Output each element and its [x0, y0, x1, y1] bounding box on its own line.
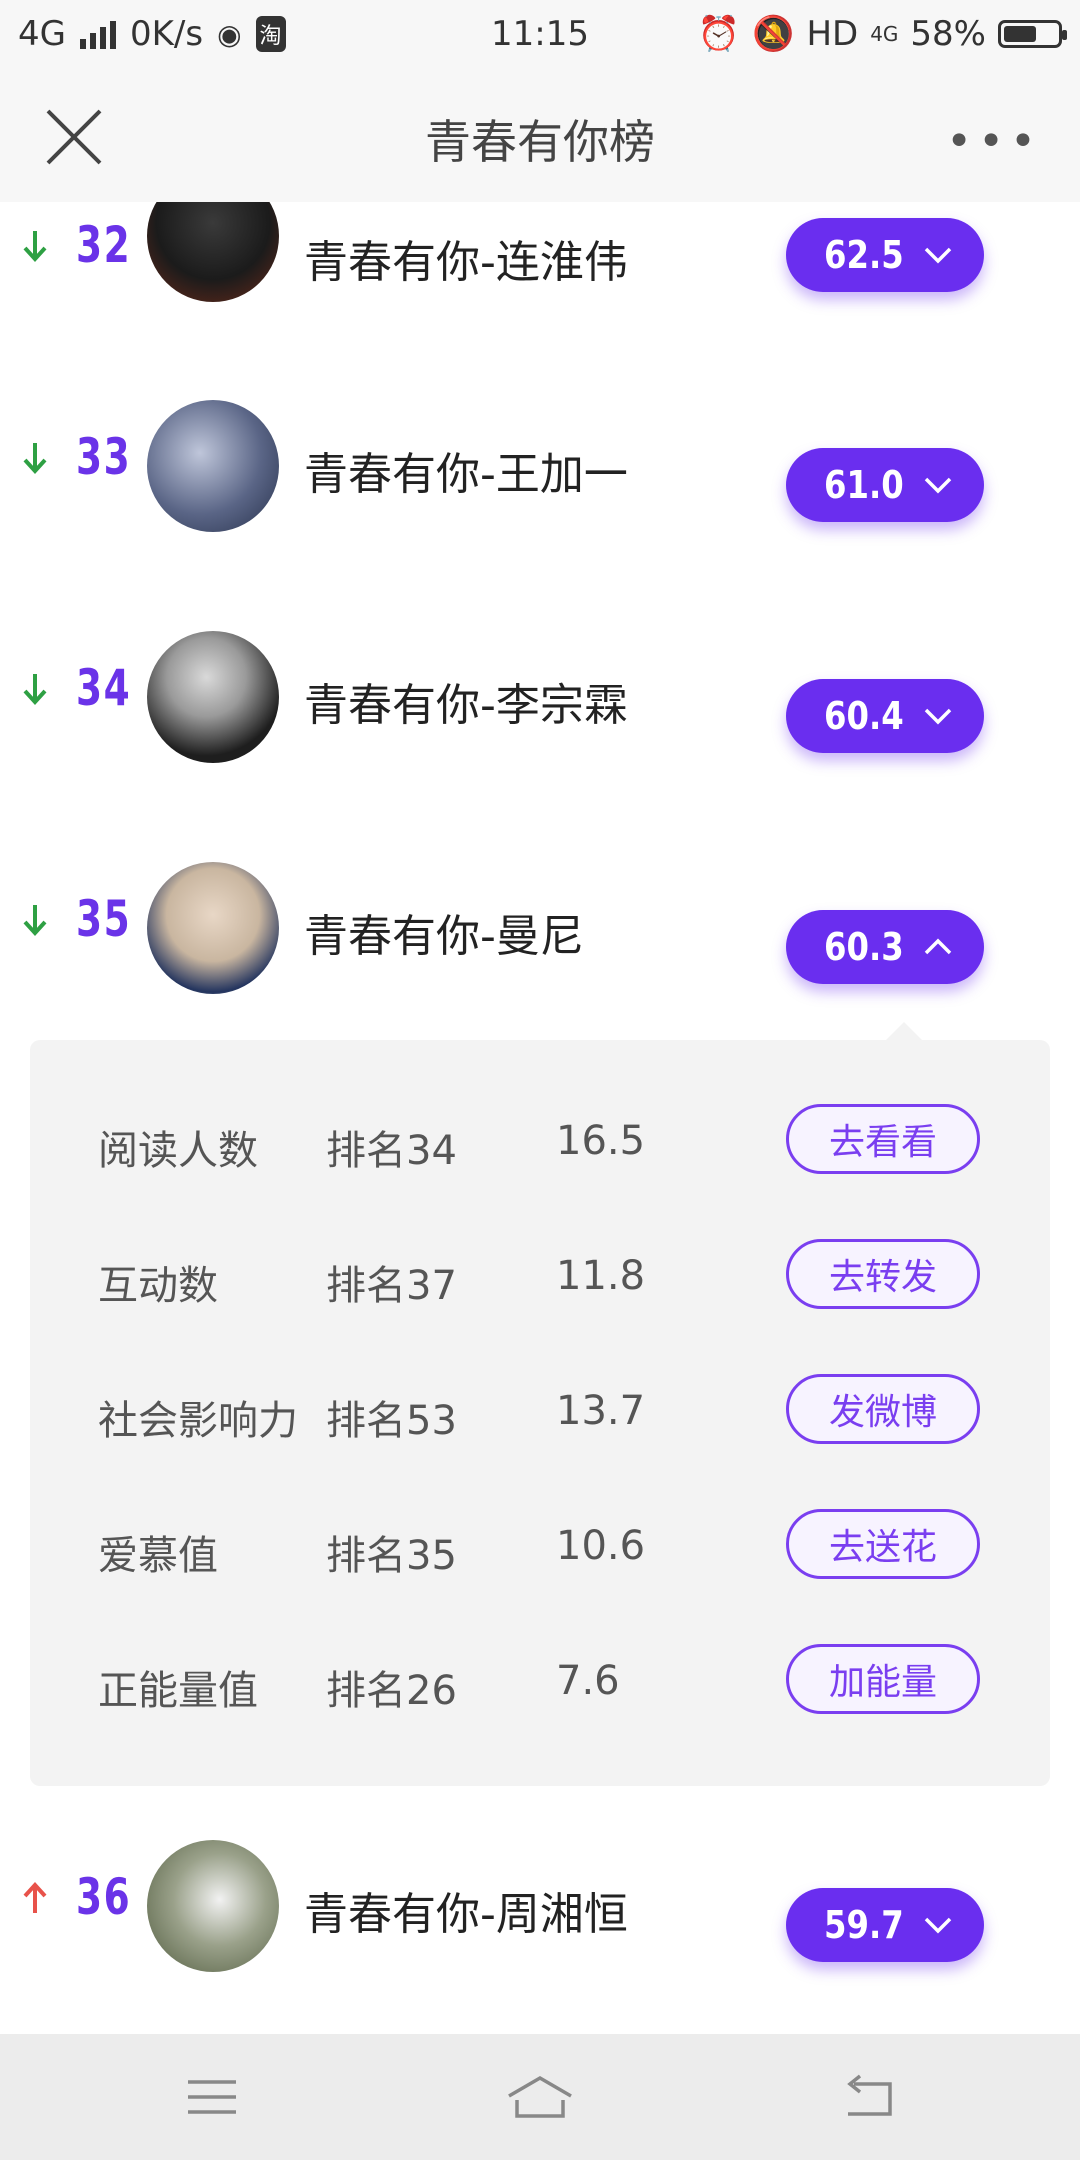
detail-action-button[interactable]: 去看看: [786, 1104, 980, 1174]
score-button[interactable]: 61.0: [786, 448, 984, 522]
home-icon[interactable]: [505, 2072, 575, 2122]
menu-icon[interactable]: [182, 2072, 242, 2122]
trend-down-icon: [23, 674, 47, 705]
score-details-panel: 阅读人数 排名34 16.5 去看看 互动数 排名37 11.8 去转发 社会影…: [30, 1022, 1050, 1786]
network-type-secondary: 4G: [870, 22, 899, 46]
rank-number: 36: [76, 1868, 132, 1926]
detail-value: 7.6: [556, 1658, 620, 1704]
detail-label: 社会影响力: [98, 1398, 298, 1444]
avatar[interactable]: [147, 400, 279, 532]
contestant-name: 青春有你-连淮伟: [304, 237, 628, 288]
detail-value: 16.5: [556, 1118, 646, 1164]
system-nav-bar: [0, 2034, 1080, 2160]
detail-row: 爱慕值 排名35 10.6 去送花: [30, 1509, 1050, 1585]
contestant-name: 青春有你-李宗霖: [304, 680, 628, 731]
chevron-up-icon: [924, 938, 952, 955]
avatar[interactable]: [147, 1840, 279, 1972]
trend-down-icon: [23, 443, 47, 474]
detail-label: 互动数: [98, 1263, 218, 1309]
score-value: 62.5: [824, 233, 904, 277]
detail-value: 10.6: [556, 1523, 646, 1569]
list-item[interactable]: 33 青春有你-王加一 61.0: [0, 400, 1080, 550]
mute-icon: 🔕: [752, 14, 795, 54]
score-button[interactable]: 60.3: [786, 910, 984, 984]
detail-rank: 排名26: [326, 1668, 457, 1714]
score-value: 59.7: [824, 1903, 904, 1947]
chevron-down-icon: [924, 708, 952, 725]
detail-action-button[interactable]: 加能量: [786, 1644, 980, 1714]
list-item[interactable]: 32 青春有你-连淮伟 62.5: [0, 170, 1080, 338]
detail-row: 社会影响力 排名53 13.7 发微博: [30, 1374, 1050, 1450]
detail-value: 13.7: [556, 1388, 646, 1434]
page-title: 青春有你榜: [425, 115, 655, 169]
trend-down-icon: [23, 905, 47, 936]
status-bar: 4G 0K/s ◉ 淘 11:15 ⏰ 🔕 HD 4G 58%: [0, 0, 1080, 72]
rank-number: 32: [76, 216, 132, 274]
detail-rank: 排名34: [326, 1128, 457, 1174]
avatar[interactable]: [147, 631, 279, 763]
detail-rank: 排名37: [326, 1263, 457, 1309]
trend-up-icon: [23, 1882, 47, 1913]
alarm-icon: ⏰: [697, 14, 741, 54]
hd-label: HD: [806, 14, 859, 54]
detail-label: 阅读人数: [98, 1128, 258, 1174]
battery-icon: [998, 20, 1067, 48]
score-button[interactable]: 60.4: [786, 679, 984, 753]
back-icon[interactable]: [838, 2072, 898, 2122]
contestant-name: 青春有你-王加一: [304, 449, 628, 500]
detail-action-button[interactable]: 去送花: [786, 1509, 980, 1579]
detail-rank: 排名35: [326, 1533, 457, 1579]
chevron-down-icon: [924, 247, 952, 264]
detail-rank: 排名53: [326, 1398, 457, 1444]
rank-number: 34: [76, 659, 132, 717]
contestant-name: 青春有你-周湘恒: [304, 1889, 628, 1940]
detail-row: 阅读人数 排名34 16.5 去看看: [30, 1104, 1050, 1180]
score-button[interactable]: 62.5: [786, 218, 984, 292]
list-item[interactable]: 36 青春有你-周湘恒 59.7: [0, 1840, 1080, 1990]
detail-value: 11.8: [556, 1253, 646, 1299]
detail-label: 爱慕值: [98, 1533, 218, 1579]
score-button[interactable]: 59.7: [786, 1888, 984, 1962]
trend-down-icon: [23, 231, 47, 262]
more-options-icon[interactable]: •••: [946, 116, 1042, 167]
chevron-down-icon: [924, 1917, 952, 1934]
detail-action-button[interactable]: 去转发: [786, 1239, 980, 1309]
score-value: 60.3: [824, 925, 904, 969]
avatar[interactable]: [147, 862, 279, 994]
rank-number: 33: [76, 428, 132, 486]
detail-action-button[interactable]: 发微博: [786, 1374, 980, 1444]
contestant-name: 青春有你-曼尼: [304, 911, 584, 962]
score-value: 61.0: [824, 463, 904, 507]
battery-percent: 58%: [910, 14, 986, 54]
chevron-down-icon: [924, 477, 952, 494]
score-value: 60.4: [824, 694, 904, 738]
panel-caret: [886, 1022, 922, 1040]
detail-row: 正能量值 排名26 7.6 加能量: [30, 1644, 1050, 1720]
rank-number: 35: [76, 890, 132, 948]
list-item[interactable]: 34 青春有你-李宗霖 60.4: [0, 631, 1080, 781]
title-bar: 青春有你榜 •••: [0, 72, 1080, 202]
detail-row: 互动数 排名37 11.8 去转发: [30, 1239, 1050, 1315]
detail-label: 正能量值: [98, 1668, 258, 1714]
list-item[interactable]: 35 青春有你-曼尼 60.3: [0, 862, 1080, 1012]
